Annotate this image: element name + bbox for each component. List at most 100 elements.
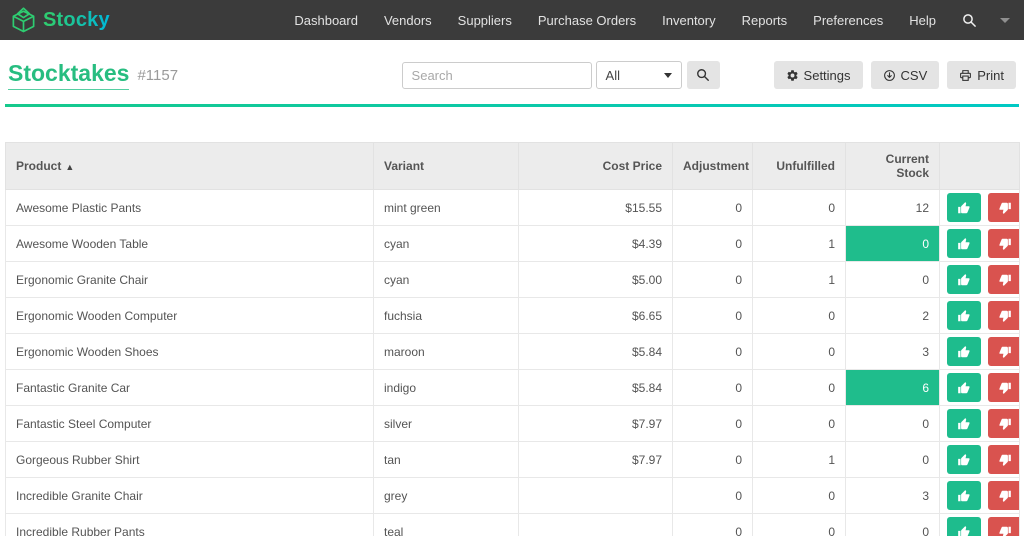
confirm-stock-button[interactable] [947, 409, 981, 438]
current-stock-cell: 6 [845, 369, 940, 406]
unfulfilled-cell: 1 [752, 441, 846, 478]
csv-button[interactable]: CSV [870, 61, 940, 89]
cost-price-cell: $7.97 [518, 405, 673, 442]
thumbs-up-icon [957, 453, 971, 467]
sort-ascending-icon: ▲ [65, 162, 75, 172]
toolbar-actions: Settings CSV Print [773, 61, 1016, 89]
thumbs-up-icon [957, 417, 971, 431]
adjustment-cell: 0 [672, 189, 753, 226]
current-stock-cell: 3 [845, 333, 940, 370]
stocktake-table: Product ▲ Variant Cost Price Adjustment U… [5, 142, 1020, 536]
confirm-stock-button[interactable] [947, 517, 981, 536]
page-title[interactable]: Stocktakes [8, 60, 130, 90]
product-cell: Fantastic Granite Car [5, 369, 374, 406]
variant-cell: cyan [373, 225, 519, 262]
confirm-stock-button[interactable] [947, 373, 981, 402]
product-cell: Awesome Plastic Pants [5, 189, 374, 226]
search-submit-button[interactable] [686, 61, 720, 89]
confirm-stock-button[interactable] [947, 193, 981, 222]
product-cell: Awesome Wooden Table [5, 225, 374, 262]
product-cell: Ergonomic Wooden Computer [5, 297, 374, 334]
confirm-stock-button[interactable] [947, 301, 981, 330]
reject-stock-button[interactable] [988, 301, 1019, 330]
nav-item-dashboard[interactable]: Dashboard [281, 13, 371, 28]
reject-stock-button[interactable] [988, 517, 1019, 536]
brand-logo[interactable]: Stocky [10, 6, 110, 34]
thumbs-down-icon [998, 309, 1012, 323]
nav-item-help[interactable]: Help [896, 13, 949, 28]
variant-cell: cyan [373, 261, 519, 298]
column-header-unfulfilled[interactable]: Unfulfilled [752, 142, 846, 190]
nav-item-preferences[interactable]: Preferences [800, 13, 896, 28]
nav-item-reports[interactable]: Reports [729, 13, 801, 28]
column-header-product[interactable]: Product ▲ [5, 142, 374, 190]
thumbs-up-icon [957, 525, 971, 536]
table-row: Fantastic Granite Car indigo $5.84 0 0 6 [5, 369, 1020, 406]
chevron-down-icon[interactable] [1000, 17, 1010, 23]
search-icon[interactable] [949, 13, 990, 28]
column-header-current-stock[interactable]: Current Stock [845, 142, 940, 190]
reject-stock-button[interactable] [988, 373, 1019, 402]
current-stock-cell: 0 [845, 225, 940, 262]
thumbs-up-icon [957, 273, 971, 287]
row-actions-cell [939, 261, 1020, 298]
print-button[interactable]: Print [947, 61, 1016, 89]
variant-cell: silver [373, 405, 519, 442]
gear-icon [786, 69, 799, 82]
nav-item-inventory[interactable]: Inventory [649, 13, 728, 28]
reject-stock-button[interactable] [988, 229, 1019, 258]
thumbs-up-icon [957, 237, 971, 251]
thumbs-up-icon [957, 201, 971, 215]
product-cell: Gorgeous Rubber Shirt [5, 441, 374, 478]
thumbs-down-icon [998, 453, 1012, 467]
adjustment-cell: 0 [672, 405, 753, 442]
thumbs-down-icon [998, 489, 1012, 503]
cost-price-cell: $6.65 [518, 297, 673, 334]
confirm-stock-button[interactable] [947, 445, 981, 474]
current-stock-cell: 3 [845, 477, 940, 514]
reject-stock-button[interactable] [988, 193, 1019, 222]
accent-divider [5, 104, 1019, 107]
table-row: Awesome Plastic Pants mint green $15.55 … [5, 189, 1020, 226]
nav-item-purchase-orders[interactable]: Purchase Orders [525, 13, 649, 28]
table-row: Fantastic Steel Computer silver $7.97 0 … [5, 405, 1020, 442]
reject-stock-button[interactable] [988, 337, 1019, 366]
reject-stock-button[interactable] [988, 409, 1019, 438]
unfulfilled-cell: 0 [752, 297, 846, 334]
cost-price-cell: $4.39 [518, 225, 673, 262]
thumbs-up-icon [957, 489, 971, 503]
confirm-stock-button[interactable] [947, 265, 981, 294]
current-stock-cell: 0 [845, 405, 940, 442]
table-row: Incredible Granite Chair grey 0 0 3 [5, 477, 1020, 514]
reject-stock-button[interactable] [988, 481, 1019, 510]
print-button-label: Print [977, 67, 1004, 83]
product-cell: Incredible Rubber Pants [5, 513, 374, 536]
reject-stock-button[interactable] [988, 445, 1019, 474]
row-actions-cell [939, 477, 1020, 514]
search-input[interactable] [401, 61, 592, 89]
column-header-adjustment[interactable]: Adjustment [672, 142, 753, 190]
confirm-stock-button[interactable] [947, 229, 981, 258]
confirm-stock-button[interactable] [947, 481, 981, 510]
column-header-variant[interactable]: Variant [373, 142, 519, 190]
nav-item-suppliers[interactable]: Suppliers [445, 13, 525, 28]
thumbs-up-icon [957, 381, 971, 395]
filter-dropdown[interactable]: All [595, 61, 682, 89]
thumbs-down-icon [998, 273, 1012, 287]
adjustment-cell: 0 [672, 261, 753, 298]
cost-price-cell [518, 477, 673, 514]
unfulfilled-cell: 1 [752, 225, 846, 262]
thumbs-down-icon [998, 345, 1012, 359]
adjustment-cell: 0 [672, 369, 753, 406]
table-header-row: Product ▲ Variant Cost Price Adjustment U… [5, 142, 1020, 190]
adjustment-cell: 0 [672, 441, 753, 478]
variant-cell: indigo [373, 369, 519, 406]
column-header-cost-price[interactable]: Cost Price [518, 142, 673, 190]
nav-item-vendors[interactable]: Vendors [371, 13, 445, 28]
settings-button-label: Settings [803, 67, 851, 83]
settings-button[interactable]: Settings [773, 61, 863, 89]
reject-stock-button[interactable] [988, 265, 1019, 294]
table-row: Incredible Rubber Pants teal 0 0 0 [5, 513, 1020, 536]
current-stock-cell: 12 [845, 189, 940, 226]
confirm-stock-button[interactable] [947, 337, 981, 366]
